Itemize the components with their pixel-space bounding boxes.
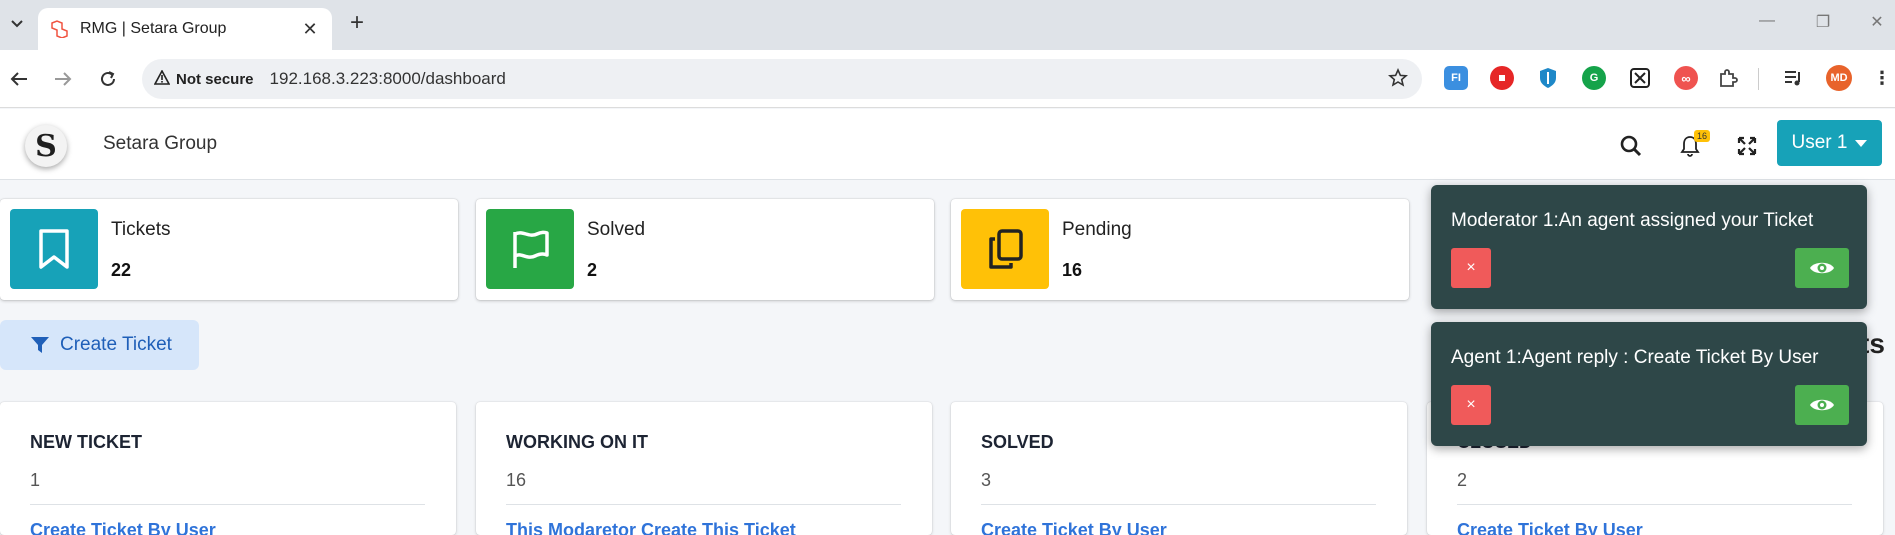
extension-shield-icon[interactable] <box>1536 66 1560 90</box>
address-bar[interactable]: Not secure 192.168.3.223:8000/dashboard <box>142 59 1422 99</box>
user-menu-label: User 1 <box>1791 132 1848 153</box>
extensions-puzzle-icon[interactable] <box>1716 66 1740 90</box>
divider <box>1457 504 1852 505</box>
brand-name[interactable]: Setara Group <box>103 133 217 155</box>
column-new-ticket: NEW TICKET 1 Create Ticket By User <box>0 402 456 535</box>
browser-tab-active[interactable]: RMG | Setara Group ✕ <box>38 8 332 50</box>
warning-icon <box>153 68 171 89</box>
toast-dismiss-button[interactable]: × <box>1451 248 1491 288</box>
column-count: 3 <box>981 470 992 490</box>
media-control-icon[interactable] <box>1782 66 1806 90</box>
create-ticket-label: Create Ticket <box>60 334 172 355</box>
toast-message: Agent 1:Agent reply : Create Ticket By U… <box>1451 347 1819 368</box>
stat-value: 16 <box>1062 260 1083 280</box>
browser-toolbar: Not secure 192.168.3.223:8000/dashboard … <box>0 50 1895 108</box>
column-count: 2 <box>1457 470 1468 490</box>
stat-box-solved: Solved 2 <box>476 199 934 300</box>
stat-box-pending: Pending 16 <box>951 199 1409 300</box>
eye-icon[interactable] <box>1795 248 1849 288</box>
stat-box-tickets: Tickets 22 <box>0 199 458 300</box>
tab-search-chevron-icon[interactable] <box>6 12 28 36</box>
divider <box>506 504 901 505</box>
minimize-icon[interactable]: — <box>1755 12 1779 36</box>
restore-icon[interactable]: ❐ <box>1811 12 1835 36</box>
extension-scissors-icon[interactable] <box>1628 66 1652 90</box>
column-title: WORKING ON IT <box>506 432 648 452</box>
extension-fi-icon[interactable]: FI <box>1444 66 1468 90</box>
bookmark-icon <box>10 209 98 289</box>
toast-notification: Agent 1:Agent reply : Create Ticket By U… <box>1431 322 1867 446</box>
stat-value: 22 <box>111 260 132 280</box>
stat-value: 2 <box>587 260 598 280</box>
not-secure-badge[interactable]: Not secure <box>153 68 254 89</box>
column-title: SOLVED <box>981 432 1054 452</box>
user-menu-button[interactable]: User 1 <box>1777 120 1882 166</box>
column-count: 1 <box>30 470 41 490</box>
copy-icon <box>961 209 1049 289</box>
ticket-link[interactable]: Create Ticket By User <box>1457 520 1643 535</box>
toast-dismiss-button[interactable]: × <box>1451 385 1491 425</box>
reload-icon[interactable] <box>95 66 121 92</box>
caret-down-icon <box>1855 139 1868 147</box>
create-ticket-button[interactable]: Create Ticket <box>0 320 199 370</box>
stat-label: Tickets <box>111 219 171 240</box>
filter-icon <box>31 337 49 353</box>
browser-tab-bar: RMG | Setara Group ✕ + — ❐ ✕ <box>0 0 1895 50</box>
column-title: NEW TICKET <box>30 432 142 452</box>
toolbar-divider <box>1758 68 1759 90</box>
browser-menu-icon[interactable]: ⋮ <box>1870 66 1894 90</box>
tab-title: RMG | Setara Group <box>80 20 227 37</box>
tab-close-icon[interactable]: ✕ <box>300 19 320 40</box>
notification-count-badge: 16 <box>1694 130 1711 142</box>
profile-avatar[interactable]: MD <box>1826 65 1852 91</box>
divider <box>981 504 1376 505</box>
back-icon[interactable] <box>6 66 32 92</box>
toast-notification: Moderator 1:An agent assigned your Ticke… <box>1431 185 1867 309</box>
brand-logo[interactable]: S <box>25 125 67 167</box>
close-window-icon[interactable]: ✕ <box>1865 12 1889 36</box>
divider <box>30 504 425 505</box>
url-text[interactable]: 192.168.3.223:8000/dashboard <box>270 69 506 89</box>
forward-icon[interactable] <box>50 66 76 92</box>
laravel-favicon-icon <box>50 20 68 38</box>
column-working-on-it: WORKING ON IT 16 This Modaretor Create T… <box>476 402 932 535</box>
extension-grammarly-icon[interactable]: G <box>1582 66 1606 90</box>
stat-label: Solved <box>587 219 646 240</box>
ticket-link[interactable]: Create Ticket By User <box>30 520 216 535</box>
column-solved: SOLVED 3 Create Ticket By User <box>951 402 1407 535</box>
new-tab-icon[interactable]: + <box>345 11 369 36</box>
not-secure-label: Not secure <box>176 70 254 88</box>
toast-message: Moderator 1:An agent assigned your Ticke… <box>1451 210 1814 231</box>
fullscreen-icon[interactable] <box>1734 133 1760 159</box>
eye-icon[interactable] <box>1795 385 1849 425</box>
extension-infinity-icon[interactable]: ∞ <box>1674 66 1698 90</box>
flag-icon <box>486 209 574 289</box>
search-icon[interactable] <box>1618 133 1644 159</box>
extension-adblock-icon[interactable] <box>1490 66 1514 90</box>
bookmark-star-icon[interactable] <box>1388 68 1408 93</box>
ticket-link[interactable]: This Modaretor Create This Ticket <box>506 520 796 535</box>
app-navbar: S Setara Group 16 User 1 <box>0 109 1895 180</box>
ticket-link[interactable]: Create Ticket By User <box>981 520 1167 535</box>
column-count: 16 <box>506 470 527 490</box>
stat-label: Pending <box>1062 219 1132 240</box>
